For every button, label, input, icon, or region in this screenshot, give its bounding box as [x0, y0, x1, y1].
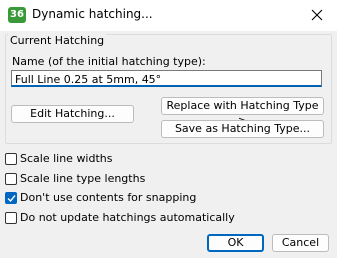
dont-use-contents-checkbox[interactable]: [5, 192, 17, 204]
ok-button[interactable]: OK: [207, 234, 264, 252]
replace-with-hatching-type-button[interactable]: Replace with Hatching Type >: [161, 97, 324, 127]
name-label: Name (of the initial hatching type):: [12, 55, 206, 68]
window-title: Dynamic hatching...: [32, 7, 153, 21]
title-bar: 36 Dynamic hatching...: [0, 0, 337, 31]
scale-line-type-lengths-label: Scale line type lengths: [20, 172, 146, 185]
edit-hatching-button[interactable]: Edit Hatching...: [11, 105, 134, 123]
hatching-name-field[interactable]: Full Line 0.25 at 5mm, 45°: [11, 70, 322, 87]
close-icon: [311, 9, 323, 21]
group-title: Current Hatching: [8, 34, 107, 47]
close-button[interactable]: [297, 0, 337, 31]
scale-line-type-lengths-checkbox[interactable]: [5, 173, 17, 185]
scale-line-widths-label: Scale line widths: [20, 152, 113, 165]
scale-line-widths-checkbox[interactable]: [5, 153, 17, 165]
do-not-update-hatchings-label: Do not update hatchings automatically: [20, 211, 235, 224]
cancel-button[interactable]: Cancel: [272, 234, 329, 252]
app-icon: 36: [8, 7, 26, 23]
dont-use-contents-label: Don't use contents for snapping: [20, 191, 197, 204]
do-not-update-hatchings-checkbox[interactable]: [5, 212, 17, 224]
save-as-hatching-type-button[interactable]: Save as Hatching Type...: [161, 120, 324, 138]
checkmark-icon: [7, 195, 16, 203]
